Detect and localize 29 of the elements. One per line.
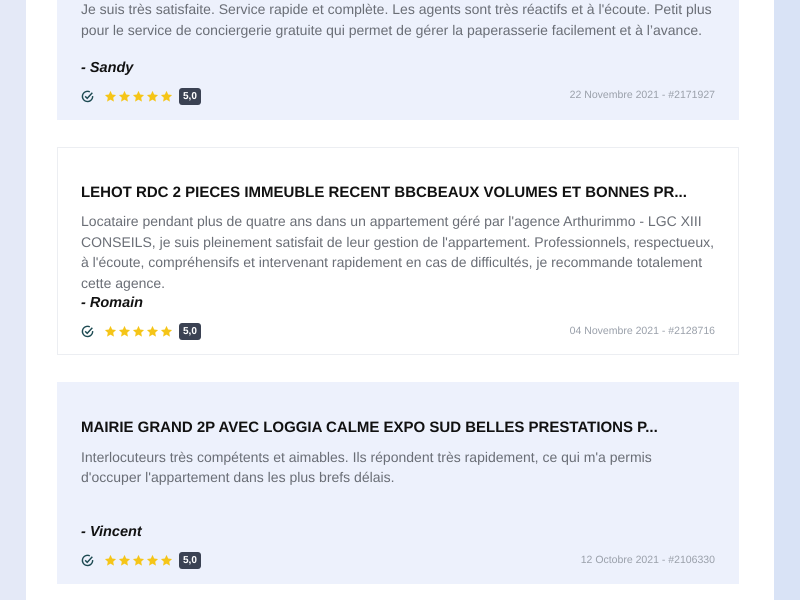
star-icon: [146, 325, 159, 338]
star-icon: [146, 554, 159, 567]
star-icon: [160, 554, 173, 567]
score-badge: 5,0: [179, 552, 201, 569]
review-author: - Vincent: [81, 523, 144, 542]
star-icon: [104, 325, 117, 338]
review-author: - Sandy: [81, 59, 135, 78]
star-icon: [160, 325, 173, 338]
star-icon: [104, 90, 117, 103]
star-icon: [132, 325, 145, 338]
review-date: 22 Novembre 2021 - #2171927: [570, 88, 715, 104]
review-text: Interlocuteurs très compétents et aimables. Ils répondent très rapidement, ce qui m'a permis d'occuper l'appartement dans les plus brefs délais.: [81, 448, 653, 487]
review-date: 12 Octobre 2021 - #2106330: [580, 552, 715, 568]
score-badge: 5,0: [179, 323, 201, 340]
score-badge: 5,0: [179, 88, 201, 105]
star-icon: [118, 90, 131, 103]
star-icon: [104, 554, 117, 567]
review-title: LEHOT RDC 2 PIECES IMMEUBLE RECENT BBCBEAUX VOLUMES ET BONNES PR...: [81, 182, 688, 203]
review-text: Locataire pendant plus de quatre ans dans un appartement géré par l'agence Arthurimmo - LGC XIII CONSEILS, je suis pleinement satisfait de leur gestion de l'appartement. Professionnels, respectueux, à l'écoute, compréhensifs et intervenant rapidement en cas de difficultés, je recommande totalement cette agence.: [81, 212, 715, 293]
star-icon: [118, 554, 131, 567]
review-title: MAIRIE GRAND 2P AVEC LOGGIA CALME EXPO SUD BELLES PRESTATIONS P...: [81, 418, 659, 438]
star-icon: [132, 554, 145, 567]
review-text: Je suis très satisfaite. Service rapide et complète. Les agents sont très réactifs et à l'écoute. Petit plus pour le service de conciergerie gratuite qui permet de gérer la paperasserie facilement et à l’avance.: [81, 0, 713, 40]
star-icon: [118, 325, 131, 338]
review-date: 04 Novembre 2021 - #2128716: [570, 324, 715, 339]
star-icon: [132, 90, 145, 103]
star-icon: [146, 90, 159, 103]
star-icon: [160, 90, 173, 103]
review-author: - Romain: [81, 294, 144, 314]
